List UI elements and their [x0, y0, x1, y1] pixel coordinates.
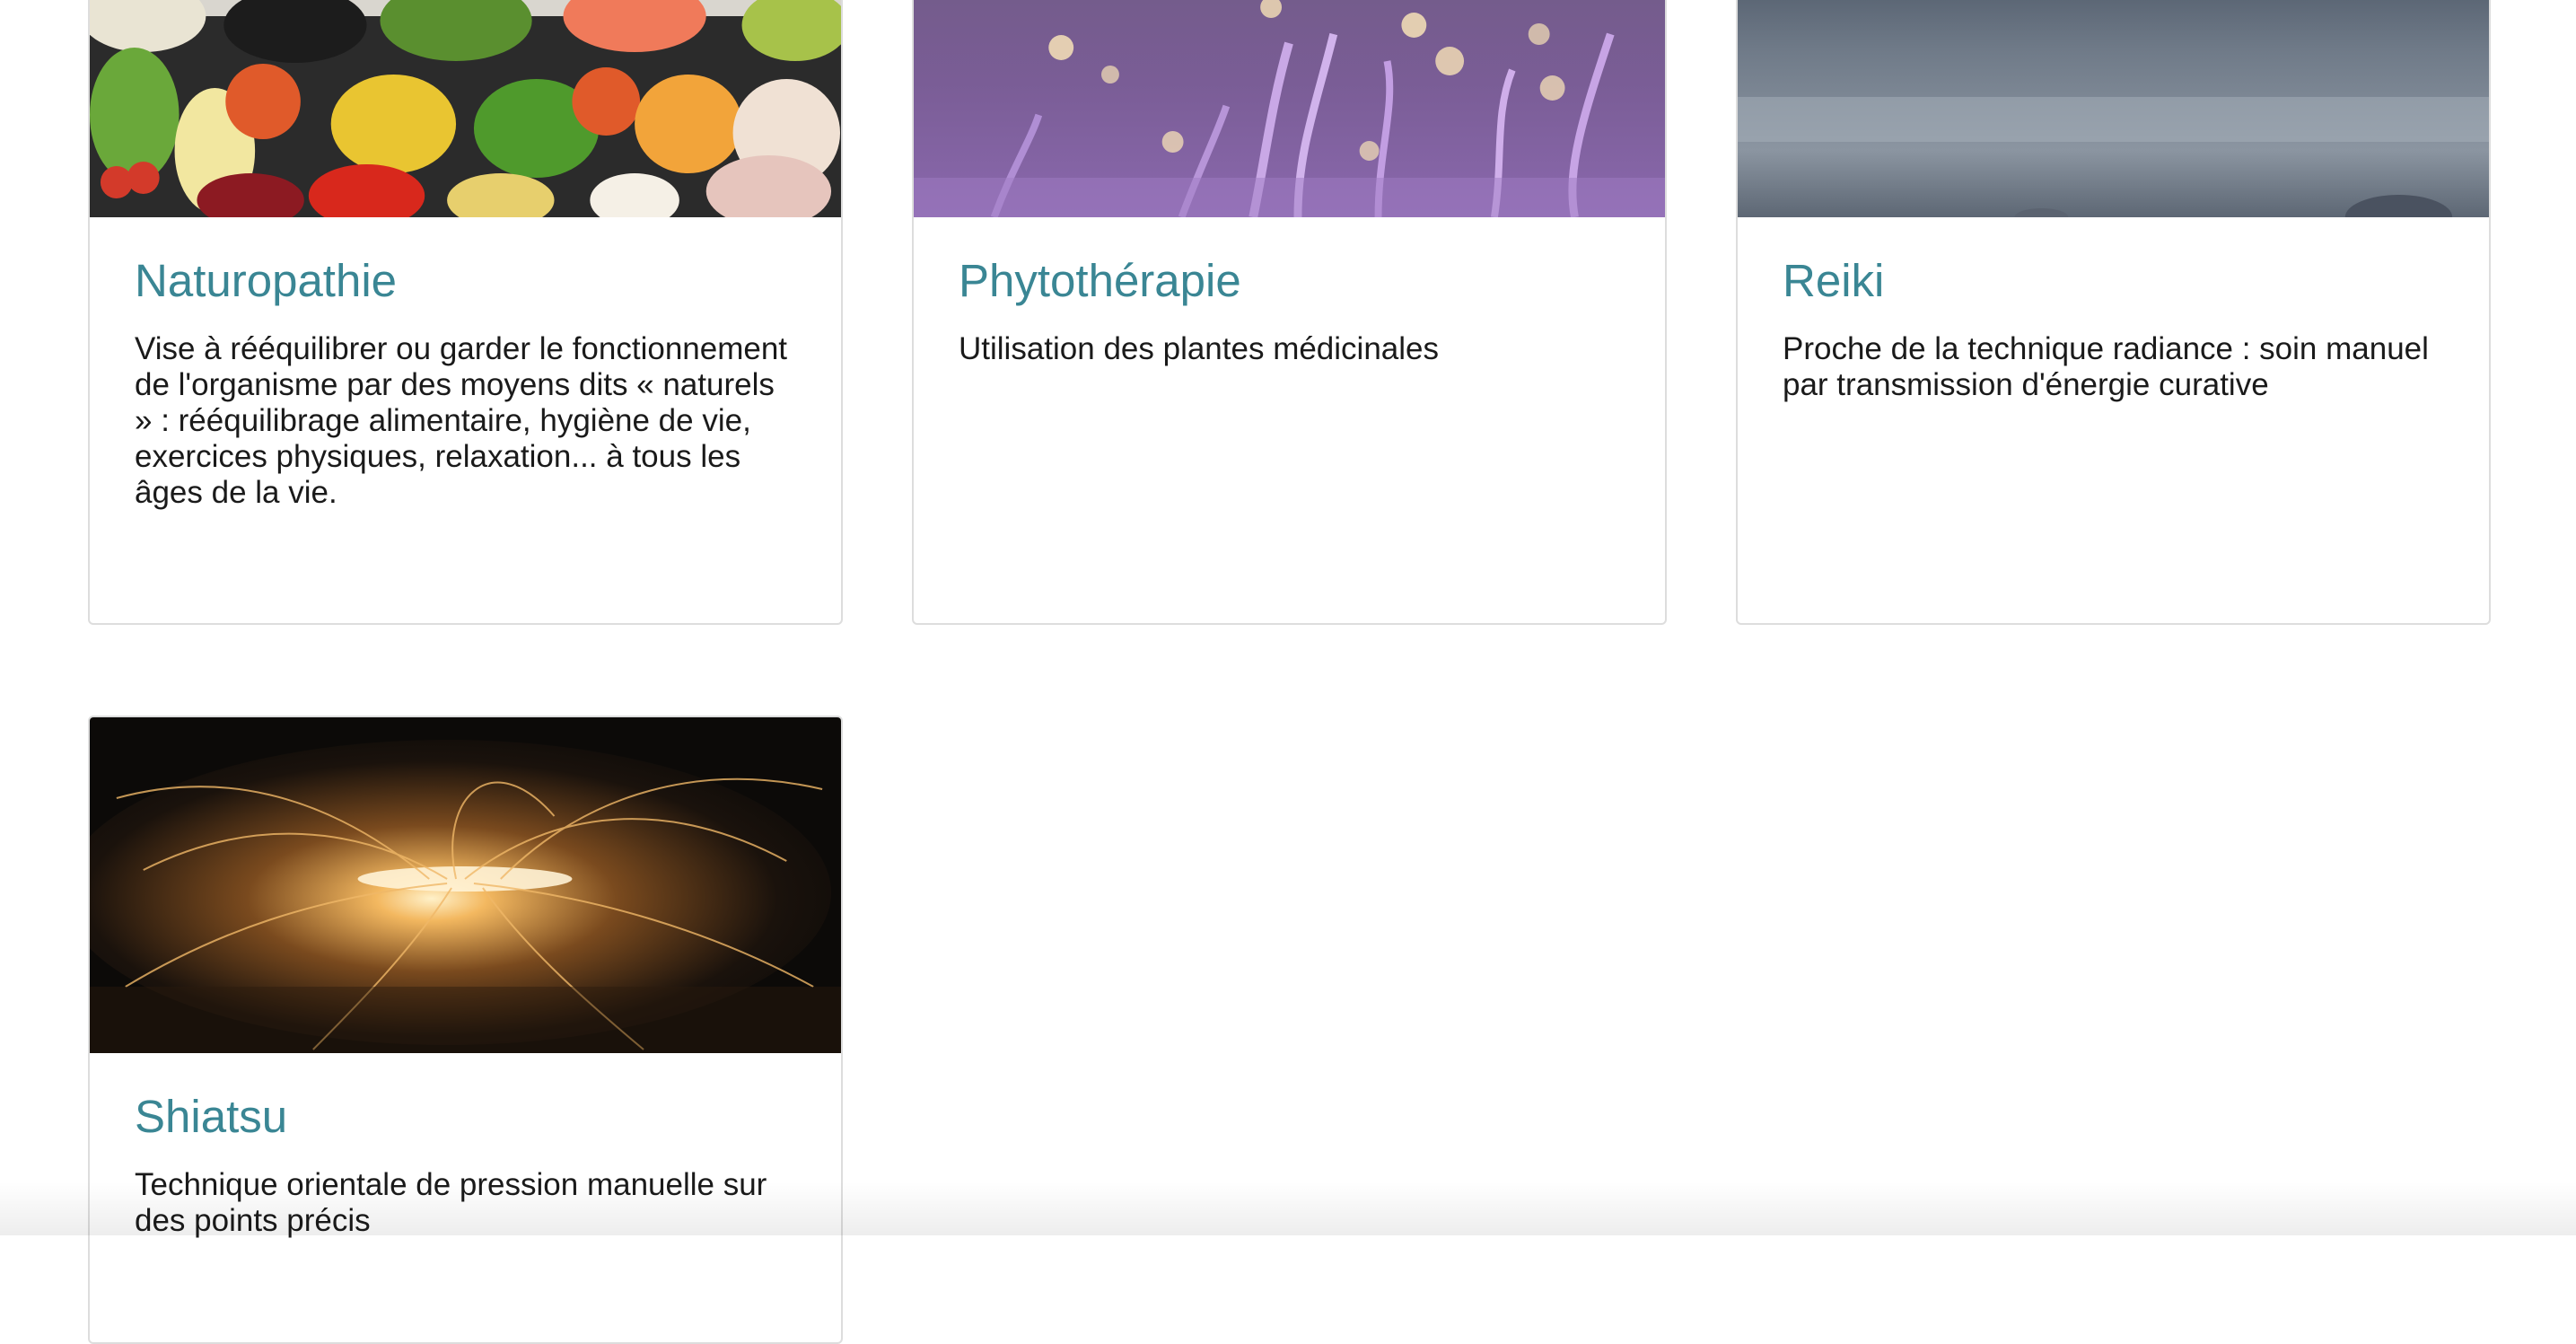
card-description: Vise à rééquilibrer ou garder le fonctio…	[135, 330, 788, 510]
vegetable-platter-image[interactable]	[90, 0, 841, 217]
card-title[interactable]: Shiatsu	[135, 1091, 796, 1144]
hands-blurred-image[interactable]	[1738, 0, 2489, 217]
card-description: Utilisation des plantes médicinales	[959, 330, 1439, 366]
card-description: Proche de la technique radiance : soin m…	[1783, 330, 2429, 402]
card-description: Technique orientale de pression manuelle…	[135, 1166, 767, 1238]
card-body: Phytothérapie Utilisation des plantes mé…	[914, 217, 1665, 403]
card-title[interactable]: Phytothérapie	[959, 255, 1620, 308]
card-phytotherapie[interactable]: Phytothérapie Utilisation des plantes mé…	[912, 0, 1667, 625]
steel-wool-sparks-image[interactable]	[90, 717, 841, 1053]
lavender-field-image[interactable]	[914, 0, 1665, 217]
card-body: Reiki Proche de la technique radiance : …	[1738, 217, 2489, 439]
card-body: Naturopathie Vise à rééquilibrer ou gard…	[90, 217, 841, 547]
card-shiatsu[interactable]: Shiatsu Technique orientale de pression …	[88, 716, 843, 1344]
card-title[interactable]: Naturopathie	[135, 255, 796, 308]
card-title[interactable]: Reiki	[1783, 255, 2444, 308]
card-naturopathie[interactable]: Naturopathie Vise à rééquilibrer ou gard…	[88, 0, 843, 625]
card-reiki[interactable]: Reiki Proche de la technique radiance : …	[1736, 0, 2491, 625]
card-body: Shiatsu Technique orientale de pression …	[90, 1053, 841, 1275]
